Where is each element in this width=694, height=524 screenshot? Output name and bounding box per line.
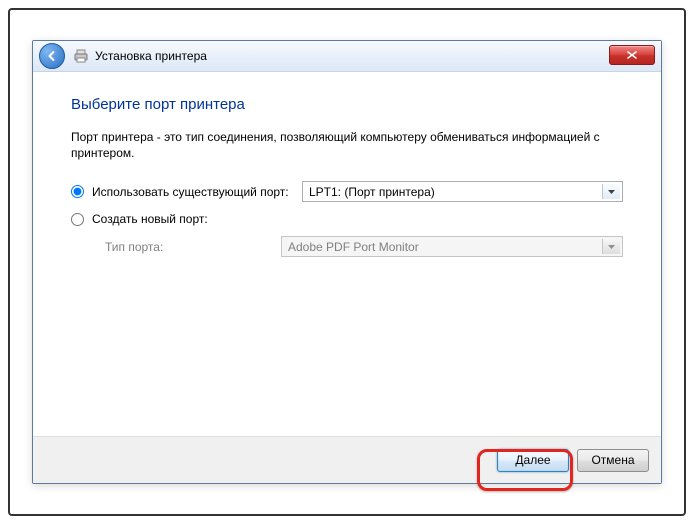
window-title: Установка принтера bbox=[95, 49, 207, 63]
chevron-down-icon bbox=[602, 239, 620, 254]
option-create-row: Создать новый порт: bbox=[71, 212, 623, 226]
chevron-down-icon bbox=[602, 184, 620, 199]
wizard-window: Установка принтера Выберите порт принтер… bbox=[32, 40, 662, 484]
back-arrow-icon bbox=[45, 49, 59, 63]
footer: Далее Отмена bbox=[33, 436, 661, 483]
content-area: Выберите порт принтера Порт принтера - э… bbox=[33, 72, 661, 436]
printer-icon bbox=[73, 48, 89, 64]
existing-port-value: LPT1: (Порт принтера) bbox=[309, 185, 435, 199]
cancel-button[interactable]: Отмена bbox=[577, 449, 649, 472]
page-heading: Выберите порт принтера bbox=[71, 96, 623, 113]
existing-port-dropdown[interactable]: LPT1: (Порт принтера) bbox=[302, 181, 623, 202]
label-port-type: Тип порта: bbox=[105, 240, 281, 254]
port-type-dropdown: Adobe PDF Port Monitor bbox=[281, 236, 623, 257]
close-icon bbox=[627, 51, 637, 59]
port-type-row: Тип порта: Adobe PDF Port Monitor bbox=[71, 236, 623, 257]
next-button[interactable]: Далее bbox=[497, 449, 569, 472]
label-use-existing-port[interactable]: Использовать существующий порт: bbox=[92, 185, 302, 199]
radio-create-new-port[interactable] bbox=[71, 213, 84, 226]
label-create-new-port[interactable]: Создать новый порт: bbox=[92, 212, 302, 226]
port-type-value: Adobe PDF Port Monitor bbox=[288, 240, 419, 254]
page-description: Порт принтера - это тип соединения, позв… bbox=[71, 129, 623, 161]
radio-use-existing-port[interactable] bbox=[71, 185, 84, 198]
option-existing-row: Использовать существующий порт: LPT1: (П… bbox=[71, 181, 623, 202]
close-button[interactable] bbox=[609, 45, 655, 65]
back-button[interactable] bbox=[39, 43, 65, 69]
titlebar: Установка принтера bbox=[33, 41, 661, 72]
